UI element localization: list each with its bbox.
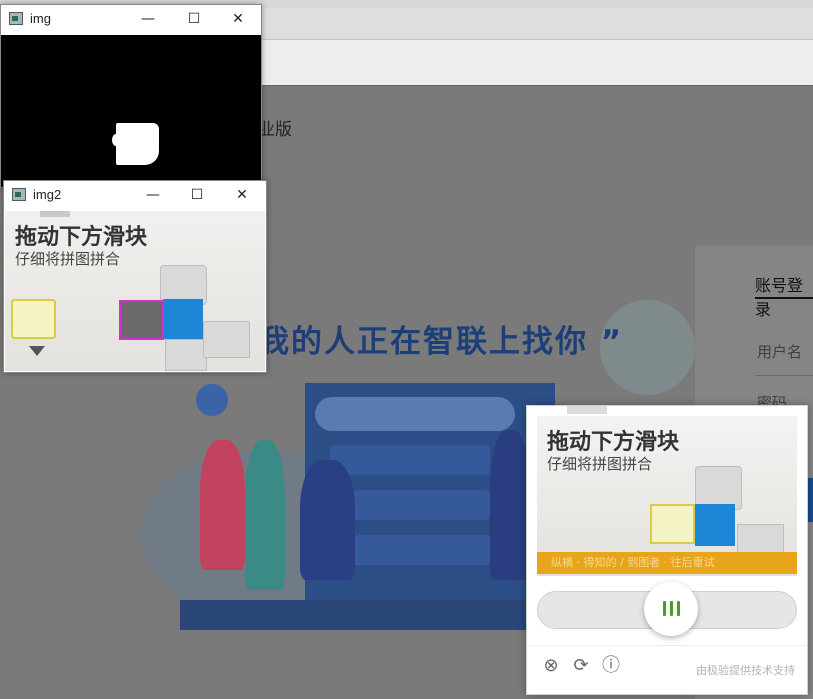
window-app-icon bbox=[12, 188, 26, 201]
captcha-banner: 纵横 · 得知的 / 到图者 · 往后重试 bbox=[537, 552, 797, 574]
puzzle-piece bbox=[11, 299, 56, 339]
puzzle-decoration bbox=[695, 504, 735, 546]
illustration-base bbox=[180, 600, 550, 630]
puzzle-decoration bbox=[165, 339, 207, 371]
close-button[interactable]: ✕ bbox=[219, 181, 265, 210]
maximize-button[interactable]: ☐ bbox=[171, 5, 217, 34]
info-icon[interactable]: ⓘ bbox=[601, 656, 621, 676]
address-bar[interactable] bbox=[262, 8, 813, 40]
illustration-person bbox=[245, 440, 285, 590]
grip-icon bbox=[670, 601, 673, 616]
arrow-down-icon bbox=[29, 346, 45, 356]
close-circle-icon[interactable]: ⊗ bbox=[541, 656, 561, 676]
window-titlebar[interactable]: img2 — ☐ ✕ bbox=[4, 181, 266, 210]
window-title: img bbox=[30, 11, 51, 26]
image-strip bbox=[40, 211, 70, 217]
maximize-button[interactable]: ☐ bbox=[174, 181, 220, 210]
slider-captcha: 拖动下方滑块 仔细将拼图拼合 纵横 · 得知的 / 到图者 · 往后重试 ⊗ ⟳… bbox=[526, 405, 808, 695]
window-img2: img2 — ☐ ✕ 拖动下方滑块 仔细将拼图拼合 bbox=[3, 180, 267, 373]
window-titlebar[interactable]: img — ☐ ✕ bbox=[1, 5, 261, 34]
grip-icon bbox=[663, 601, 666, 616]
refresh-icon[interactable]: ⟳ bbox=[571, 656, 591, 676]
detected-gap-box bbox=[119, 300, 164, 340]
window-title: img2 bbox=[33, 187, 62, 202]
window-app-icon bbox=[9, 12, 23, 25]
brand-credit[interactable]: 由极验提供技术支持 bbox=[696, 662, 795, 678]
mask-blob bbox=[112, 134, 120, 146]
mask-blob bbox=[116, 123, 159, 165]
captcha-subtitle: 仔细将拼图拼合 bbox=[547, 455, 653, 473]
grip-icon bbox=[677, 601, 680, 616]
illustration-person bbox=[490, 430, 530, 580]
captcha-title: 拖动下方滑块 bbox=[547, 430, 680, 455]
puzzle-decoration bbox=[163, 299, 203, 339]
captcha-image: 拖动下方滑块 仔细将拼图拼合 纵横 · 得知的 / 到图者 · 往后重试 bbox=[537, 416, 797, 576]
close-button[interactable]: ✕ bbox=[215, 5, 261, 34]
site-edition-text: 业版 bbox=[258, 120, 292, 140]
captcha-tab bbox=[567, 406, 607, 414]
username-field[interactable]: 用户名 bbox=[757, 341, 802, 362]
tab-account-login[interactable]: 账号登录 bbox=[755, 272, 813, 320]
footer-divider bbox=[527, 645, 807, 646]
tab-underline bbox=[755, 297, 813, 299]
captcha-subtitle: 仔细将拼图拼合 bbox=[15, 250, 121, 268]
clock-icon bbox=[196, 384, 228, 416]
illustration-person bbox=[300, 460, 355, 580]
illustration-person bbox=[200, 440, 245, 570]
slider-knob[interactable] bbox=[644, 582, 698, 636]
puzzle-piece[interactable] bbox=[650, 504, 695, 544]
captcha-debug-image: 拖动下方滑块 仔细将拼图拼合 bbox=[5, 211, 265, 371]
minimize-button[interactable]: — bbox=[125, 5, 171, 34]
puzzle-decoration bbox=[203, 321, 250, 358]
browser-toolbar bbox=[262, 40, 813, 85]
window-img: img — ☐ ✕ bbox=[0, 4, 262, 188]
minimize-button[interactable]: — bbox=[130, 181, 176, 210]
captcha-title: 拖动下方滑块 bbox=[15, 225, 148, 250]
slogan-text: 我的人正在智联上找你 ” bbox=[258, 324, 624, 360]
illustration-search-bar bbox=[315, 397, 515, 431]
binary-mask-image bbox=[1, 35, 261, 187]
field-divider bbox=[755, 375, 813, 376]
illustration-row bbox=[330, 445, 490, 475]
